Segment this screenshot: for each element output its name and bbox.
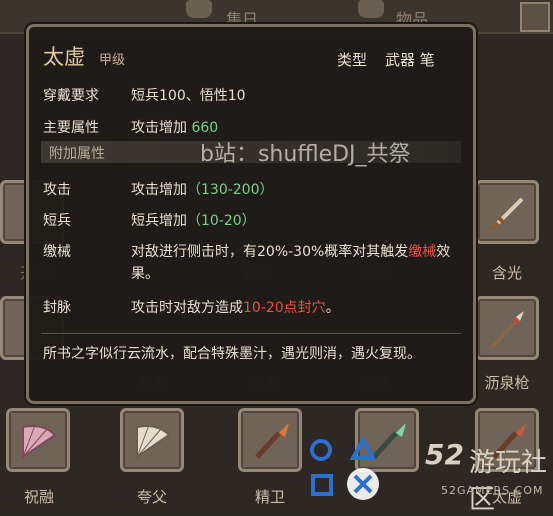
requirement-label: 穿戴要求	[43, 88, 99, 104]
special-text: 攻击时对敌方造成	[131, 300, 243, 316]
special-label-seal: 封脉	[43, 300, 71, 316]
site-number: 52	[425, 438, 464, 471]
character-icon[interactable]	[186, 0, 212, 18]
special-highlight: 10-20点封穴	[243, 300, 326, 316]
item-slot-kuafu[interactable]	[120, 408, 184, 472]
flavor-text: 所书之字似行云流水，配合特殊墨汁，遇光则消，遇火复现。	[43, 346, 421, 362]
item-type-value: 武器 笔	[385, 51, 435, 69]
item-name: 太虚	[43, 45, 85, 69]
main-attr-number: 660	[191, 120, 219, 136]
divider	[41, 333, 461, 334]
site-watermark: 52 游玩社区 52GAMERS.COM	[305, 432, 553, 515]
extra-attr-value: 攻击增加（130-200）	[131, 179, 274, 199]
extra-attr-range: （130-200）	[187, 182, 274, 198]
special-label-disarm: 缴械	[43, 244, 71, 260]
main-attr-text: 攻击增加	[131, 120, 187, 136]
spear-icon	[490, 311, 526, 349]
extra-attr-label: 短兵	[43, 213, 71, 229]
bilibili-watermark: b站：shuffleDJ_共祭	[200, 142, 411, 167]
extra-attr-value: 短兵增加（10-20）	[131, 210, 256, 230]
item-label-jingwei: 精卫	[254, 488, 285, 506]
fan-icon	[22, 424, 57, 459]
item-tooltip: 太虚 甲级 类型 武器 笔 穿戴要求 短兵100、悟性10 主要属性 攻击增加 …	[26, 24, 476, 404]
fan-icon	[136, 424, 171, 459]
item-label-zhurong: 祝融	[23, 488, 54, 506]
special-text: 对敌进行侧击时，有20%-30%概率对其触发	[131, 244, 409, 260]
requirement-value: 短兵100、悟性10	[131, 88, 246, 104]
site-name: 游玩社区	[469, 448, 548, 515]
extra-attr-range: （10-20）	[187, 213, 256, 229]
sword-icon	[490, 197, 524, 231]
item-grade: 甲级	[99, 53, 126, 68]
item-slot-jingwei[interactable]	[238, 408, 302, 472]
extra-attr-text: 短兵增加	[131, 213, 187, 229]
main-attr-value: 攻击增加 660	[131, 117, 218, 137]
special-highlight: 缴械	[408, 244, 437, 260]
extra-attr-title: 附加属性	[49, 146, 105, 162]
main-attr-label: 主要属性	[43, 120, 99, 136]
bag-icon[interactable]	[358, 0, 384, 18]
brush-icon	[255, 423, 289, 459]
item-slot-zhurong[interactable]	[6, 408, 70, 472]
extra-attr-label: 攻击	[43, 182, 71, 198]
special-desc-seal: 攻击时对敌方造成10-20点封穴。	[131, 297, 340, 317]
item-label-kuafu: 夸父	[136, 488, 167, 506]
corner-button[interactable]	[520, 2, 550, 32]
item-slot-hanguang[interactable]	[475, 180, 539, 244]
extra-attr-text: 攻击增加	[131, 182, 187, 198]
site-url: 52GAMERS.COM	[441, 484, 544, 497]
controller-buttons-icon	[310, 435, 379, 500]
item-slot-liquan-spear[interactable]	[475, 296, 539, 360]
special-text: 。	[325, 300, 340, 316]
special-desc-disarm: 对敌进行侧击时，有20%-30%概率对其触发缴械效果。	[131, 241, 459, 285]
item-type-label: 类型	[337, 51, 368, 69]
